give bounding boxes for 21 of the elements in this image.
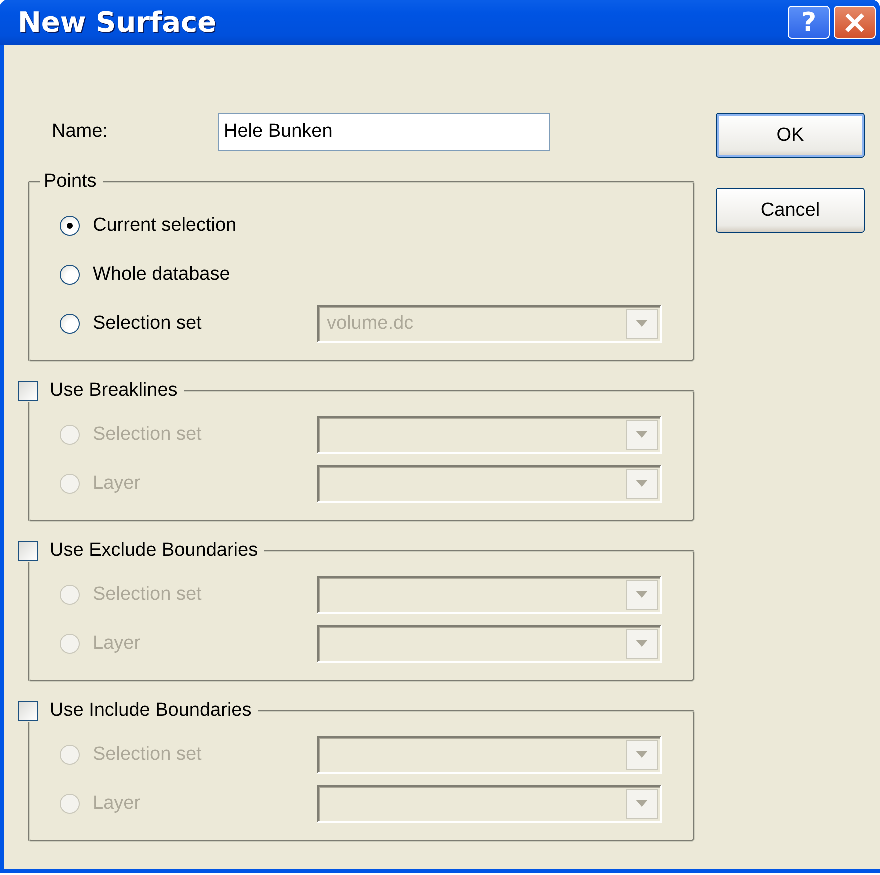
radio-label[interactable]: Current selection: [93, 214, 317, 236]
checkbox-label[interactable]: Use Exclude Boundaries: [50, 540, 258, 562]
window-title: New Surface: [18, 6, 217, 39]
radio-button[interactable]: [60, 216, 80, 236]
checkbox-label[interactable]: Use Breaklines: [50, 380, 178, 402]
name-field[interactable]: Hele Bunken: [218, 113, 550, 151]
radio-label[interactable]: Selection set: [93, 312, 317, 334]
group-title: Points: [44, 171, 97, 193]
dialog-button[interactable]: OK: [716, 113, 865, 158]
checkbox[interactable]: [18, 701, 38, 721]
checkbox[interactable]: [18, 541, 38, 561]
radio-button[interactable]: [60, 314, 80, 334]
checkbox-label[interactable]: Use Include Boundaries: [50, 700, 252, 722]
help-button[interactable]: ?: [788, 6, 830, 39]
checkbox[interactable]: [18, 381, 38, 401]
radio-label[interactable]: Whole database: [93, 264, 317, 286]
radio-button[interactable]: [60, 264, 80, 284]
close-button[interactable]: [834, 6, 876, 39]
name-label: Name:: [52, 121, 109, 143]
dialog-button[interactable]: Cancel: [716, 188, 865, 233]
close-icon: [844, 12, 866, 34]
